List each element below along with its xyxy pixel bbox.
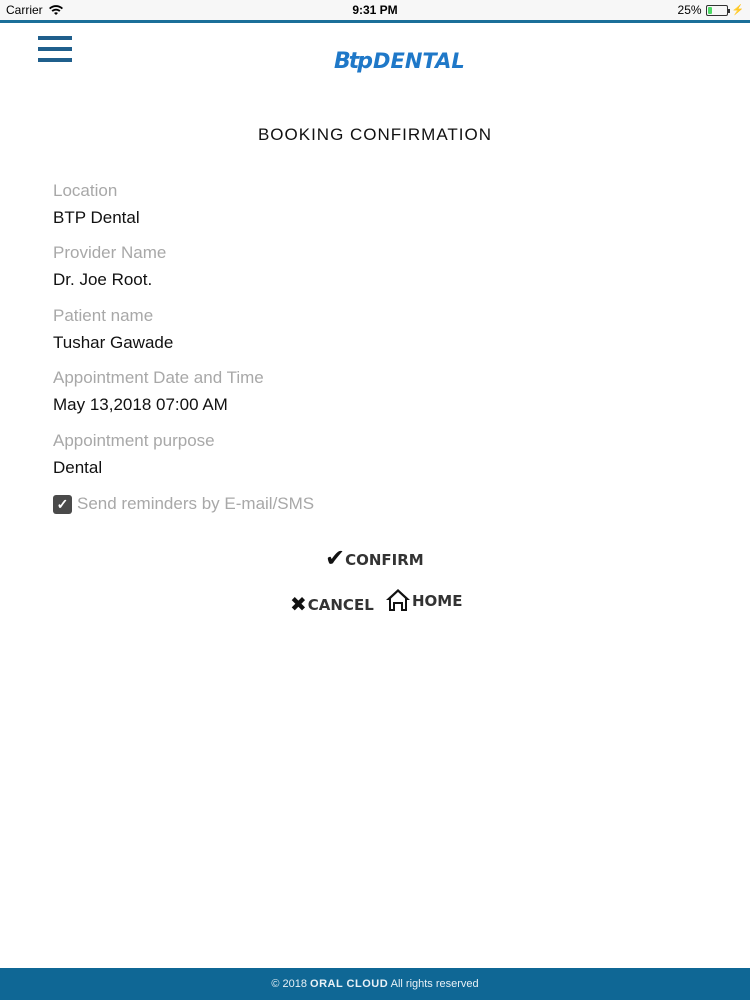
appointment-purpose-field: Appointment purpose Dental bbox=[53, 431, 215, 478]
logo-mark: Btp bbox=[334, 48, 373, 74]
charging-icon: ⚡ bbox=[731, 4, 744, 16]
field-value: Dr. Joe Root. bbox=[53, 270, 153, 289]
reminder-option[interactable]: ✓ Send reminders by E-mail/SMS bbox=[53, 494, 314, 514]
close-icon: ✖ bbox=[290, 592, 307, 616]
menu-bar-icon bbox=[38, 47, 72, 51]
battery-icon bbox=[705, 4, 730, 16]
footer: © 2018 ORAL CLOUD All rights reserved bbox=[0, 968, 750, 1000]
battery-level bbox=[707, 6, 713, 14]
field-label: Patient name bbox=[53, 306, 154, 325]
confirm-label: CONFIRM bbox=[345, 551, 424, 569]
home-button[interactable]: HOME bbox=[385, 588, 462, 612]
footer-rights: All rights reserved bbox=[390, 978, 479, 990]
menu-bar-icon bbox=[38, 58, 72, 62]
page-title: BOOKING CONFIRMATION bbox=[257, 125, 493, 144]
footer-copyright: © 2018 bbox=[271, 978, 307, 990]
cancel-button[interactable]: ✖ CANCEL bbox=[290, 594, 374, 614]
field-label: Appointment purpose bbox=[53, 431, 215, 450]
field-value: Dental bbox=[53, 458, 103, 477]
logo-text: DENTAL bbox=[373, 49, 465, 73]
clock: 9:31 PM bbox=[352, 3, 398, 17]
field-label: Appointment Date and Time bbox=[53, 368, 264, 387]
field-value: Tushar Gawade bbox=[53, 333, 174, 352]
appointment-datetime-field: Appointment Date and Time May 13,2018 07… bbox=[53, 368, 264, 415]
header-divider bbox=[0, 20, 750, 23]
field-label: Provider Name bbox=[53, 243, 167, 262]
field-value: BTP Dental bbox=[53, 208, 140, 227]
reminder-label: Send reminders by E-mail/SMS bbox=[77, 494, 315, 513]
menu-bar-icon bbox=[38, 36, 72, 40]
battery-percent: 25% bbox=[677, 3, 702, 17]
status-bar: Carrier 9:31 PM 25% ⚡ bbox=[0, 0, 750, 20]
btp-dental-logo: Btp DENTAL bbox=[334, 48, 465, 74]
cancel-label: CANCEL bbox=[307, 596, 374, 614]
hamburger-menu-button[interactable] bbox=[38, 36, 74, 66]
provider-name-field: Provider Name Dr. Joe Root. bbox=[53, 243, 166, 290]
confirm-button[interactable]: ✔ CONFIRM bbox=[325, 546, 424, 570]
footer-brand: ORAL CLOUD bbox=[310, 978, 389, 990]
location-field: Location BTP Dental bbox=[53, 181, 140, 228]
home-icon bbox=[386, 589, 410, 611]
battery-indicator: 25% ⚡ bbox=[678, 3, 744, 17]
checkmark-icon: ✔ bbox=[325, 544, 346, 572]
home-label: HOME bbox=[412, 592, 463, 610]
field-value: May 13,2018 07:00 AM bbox=[53, 395, 228, 414]
field-label: Location bbox=[53, 181, 118, 200]
reminder-checkbox[interactable]: ✓ bbox=[53, 494, 72, 514]
patient-name-field: Patient name Tushar Gawade bbox=[53, 306, 173, 353]
